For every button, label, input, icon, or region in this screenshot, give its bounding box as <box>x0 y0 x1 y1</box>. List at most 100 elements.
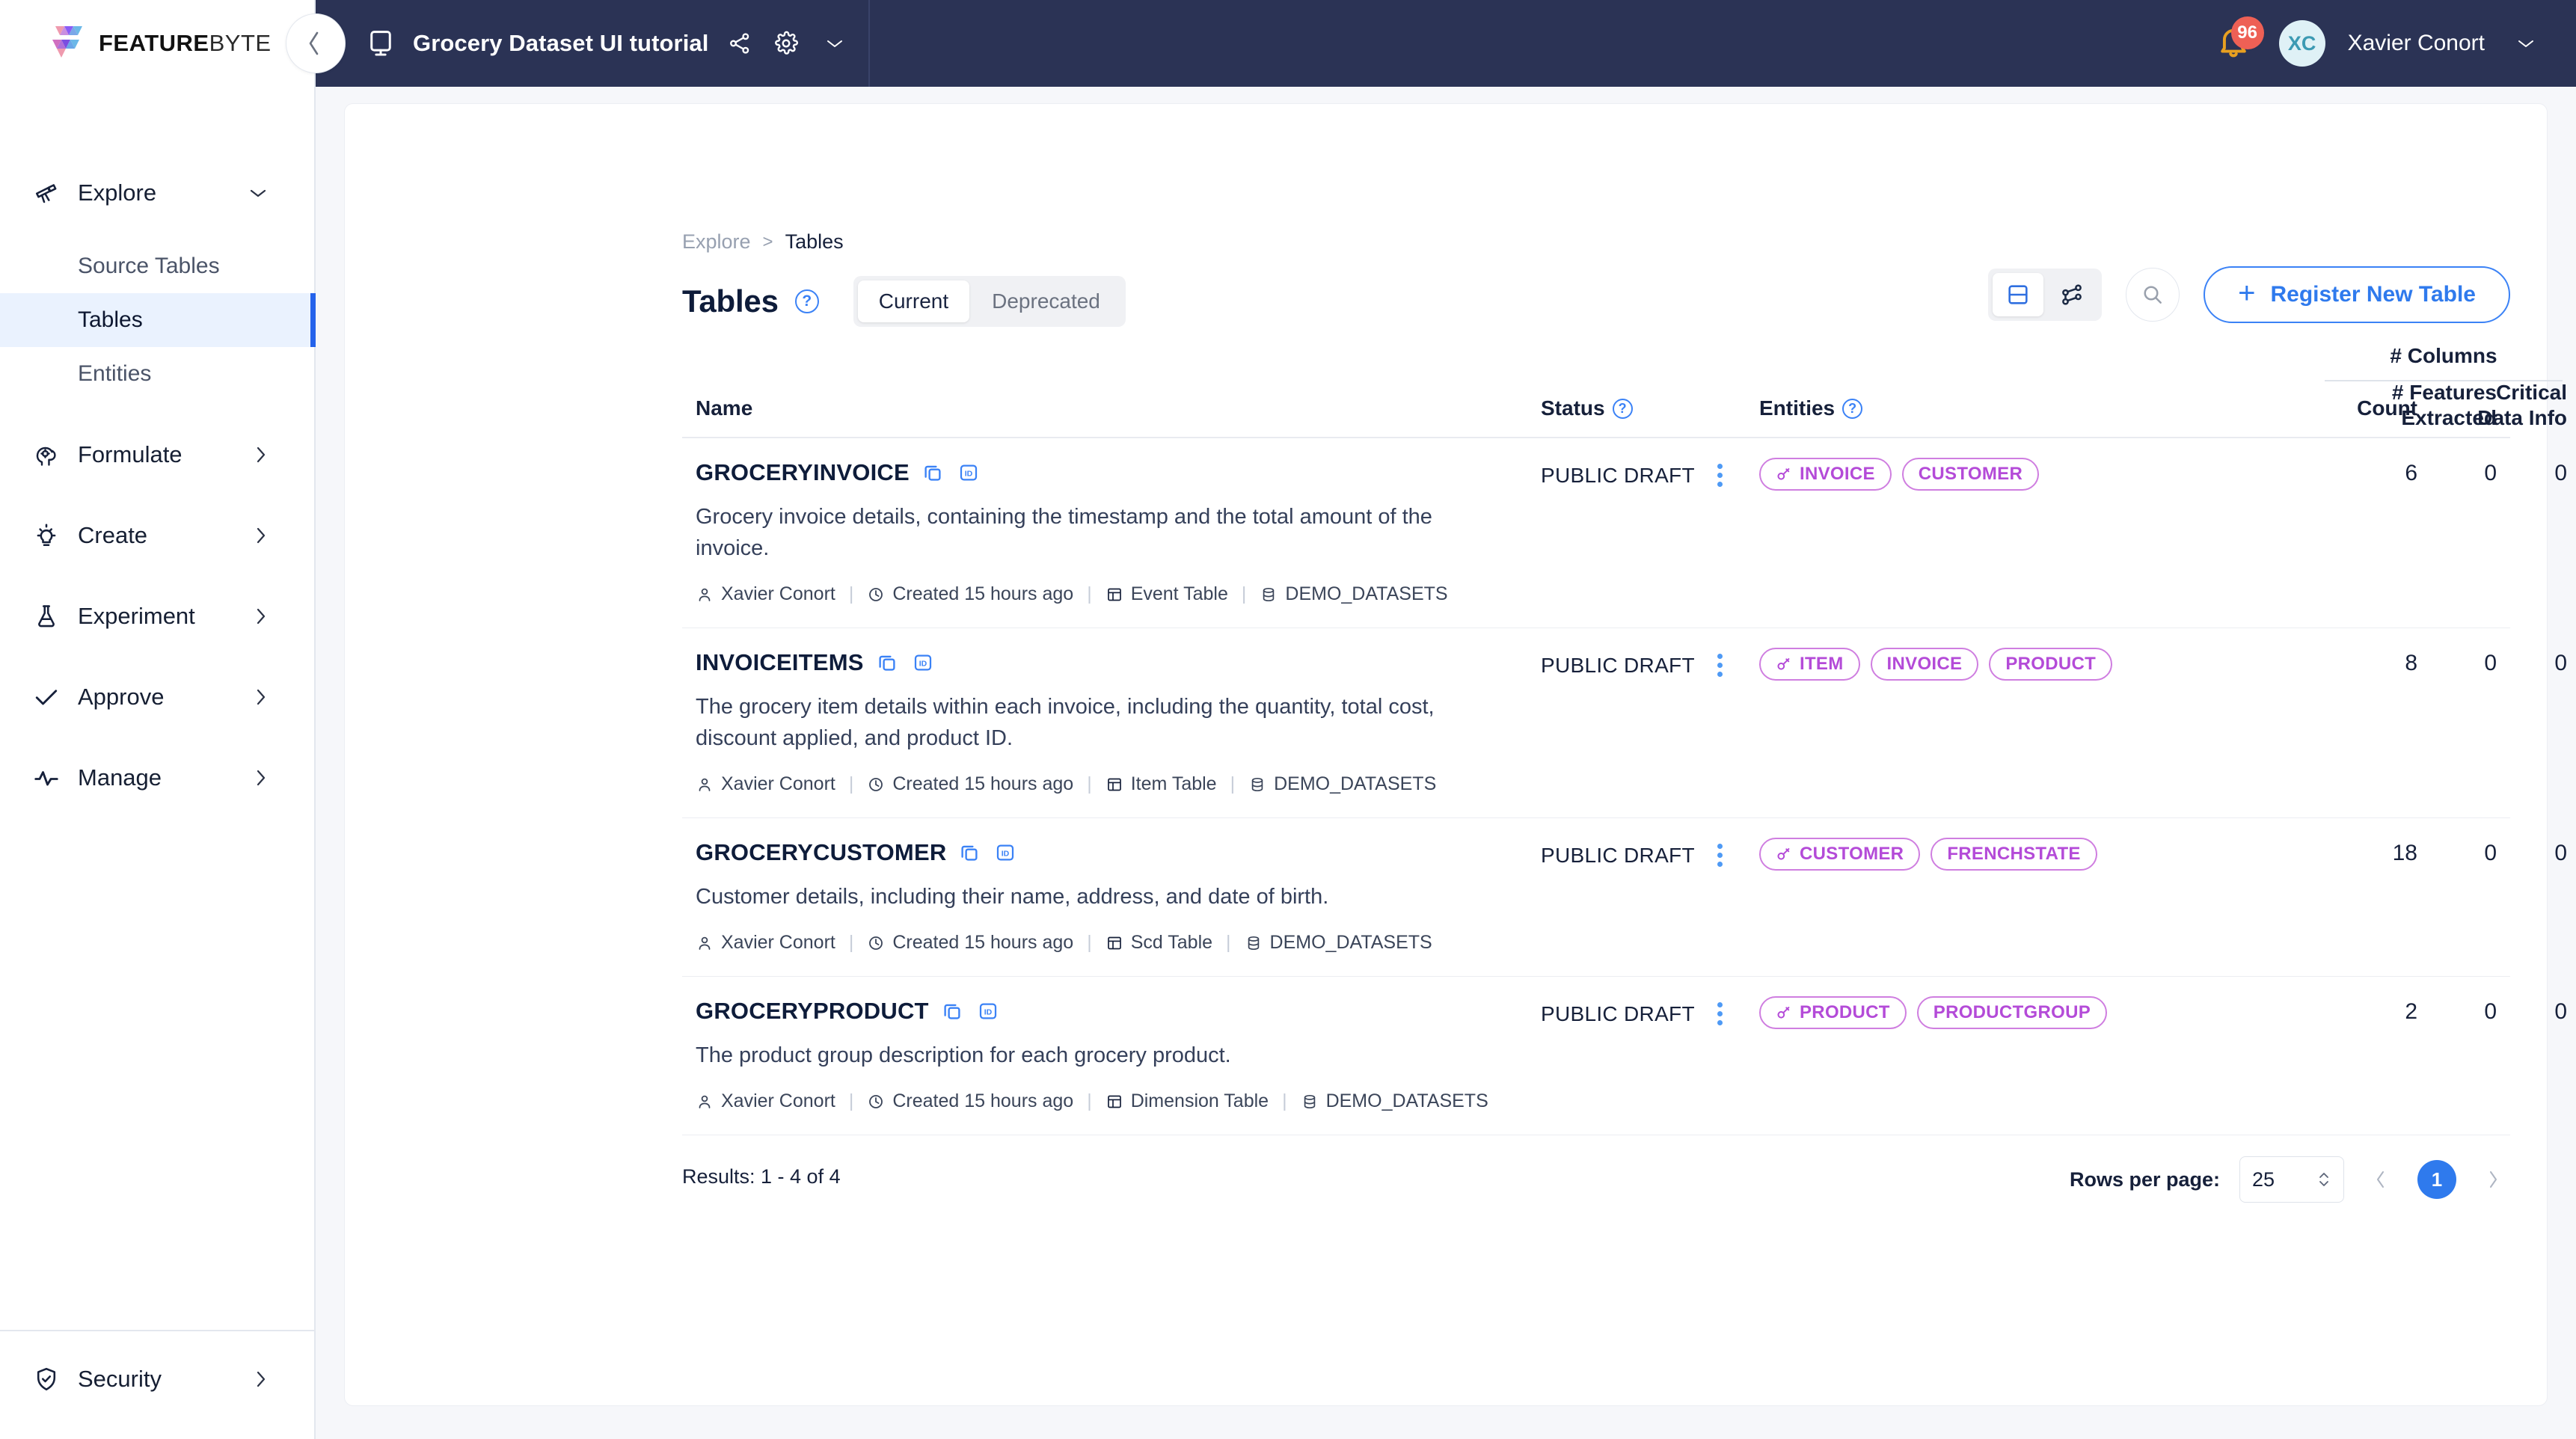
app-root: FEATUREBYTE Explore Source Tables Tables… <box>0 0 2576 1439</box>
id-icon[interactable]: ID <box>993 840 1018 865</box>
entities-cell: INVOICE CUSTOMER <box>1759 458 2040 491</box>
user-icon <box>696 776 714 794</box>
question-circle-icon[interactable]: ? <box>1842 398 1863 419</box>
list-view-icon[interactable] <box>1993 273 2044 316</box>
graph-view-icon[interactable] <box>2046 273 2097 316</box>
features-extracted-count: 0 <box>2484 841 2497 866</box>
table-name[interactable]: INVOICEITEMS <box>696 649 864 676</box>
table-icon <box>1105 586 1123 604</box>
sidebar-bottom: Security <box>0 1330 314 1439</box>
activity-icon <box>31 763 61 793</box>
notifications-button[interactable]: 96 <box>2215 16 2264 64</box>
brain-gear-icon <box>31 440 61 470</box>
project-selector[interactable]: Grocery Dataset UI tutorial <box>316 0 846 87</box>
sidebar-item-create[interactable]: Create <box>0 509 314 562</box>
tab-current[interactable]: Current <box>857 280 970 322</box>
meta-author: Xavier Conort <box>696 932 835 954</box>
table-name[interactable]: GROCERYCUSTOMER <box>696 839 946 866</box>
rows-per-page-select[interactable]: 25 <box>2239 1156 2344 1203</box>
meta-table-type: Item Table <box>1105 773 1217 795</box>
sidebar-subitem-label: Entities <box>78 361 152 386</box>
column-header-features-extracted[interactable]: # Features Extracted <box>2392 380 2497 431</box>
entity-chip[interactable]: CUSTOMER <box>1759 838 1921 871</box>
user-menu-chevron-down-icon[interactable] <box>2515 37 2537 50</box>
pagination-next-button[interactable] <box>2476 1162 2510 1197</box>
column-header-status[interactable]: Status ? <box>1541 396 1633 420</box>
entity-chip[interactable]: FRENCHSTATE <box>1931 838 2097 871</box>
pagination-page-1[interactable]: 1 <box>2417 1160 2456 1200</box>
share-nodes-icon[interactable] <box>725 28 755 58</box>
avatar[interactable]: XC <box>2278 20 2325 67</box>
table-row[interactable]: GROCERYCUSTOMER ID Customer details, inc… <box>682 818 2567 978</box>
sidebar-item-source-tables[interactable]: Source Tables <box>0 239 314 293</box>
clock-icon <box>867 586 885 604</box>
meta-separator: | <box>1087 1090 1092 1112</box>
entity-chip[interactable]: CUSTOMER <box>1901 458 2040 491</box>
question-circle-icon[interactable]: ? <box>794 289 819 313</box>
sidebar-item-entities[interactable]: Entities <box>0 347 314 401</box>
sidebar-item-experiment[interactable]: Experiment <box>0 589 314 643</box>
table-name[interactable]: GROCERYPRODUCT <box>696 998 929 1025</box>
question-circle-icon[interactable]: ? <box>1612 398 1633 419</box>
entity-chip[interactable]: INVOICE <box>1759 458 1892 491</box>
table-name[interactable]: GROCERYINVOICE <box>696 459 910 486</box>
brand-logo[interactable]: FEATUREBYTE <box>0 0 314 87</box>
view-mode-toggle <box>1988 269 2103 321</box>
rows-per-page-value: 25 <box>2252 1168 2275 1191</box>
sidebar-item-manage[interactable]: Manage <box>0 751 314 805</box>
copy-icon[interactable] <box>957 840 982 865</box>
table-row[interactable]: GROCERYPRODUCT ID The product group desc… <box>682 977 2567 1136</box>
column-header-name[interactable]: Name <box>696 396 752 420</box>
search-icon <box>2141 283 2165 307</box>
chevron-right-icon <box>254 768 268 788</box>
clock-icon <box>867 1093 885 1111</box>
kebab-menu-icon[interactable] <box>1714 651 1726 680</box>
copy-icon[interactable] <box>920 460 945 485</box>
meta-separator: | <box>848 583 854 605</box>
copy-icon[interactable] <box>939 998 965 1024</box>
id-icon[interactable]: ID <box>975 998 1001 1024</box>
id-icon[interactable]: ID <box>956 460 981 485</box>
sidebar-item-explore[interactable]: Explore <box>0 166 314 220</box>
database-icon <box>1260 586 1278 604</box>
table-row[interactable]: GROCERYINVOICE ID Grocery invoice detail… <box>682 438 2567 629</box>
sidebar-item-security[interactable]: Security <box>0 1352 314 1406</box>
sidebar-item-label: Create <box>78 522 148 548</box>
id-icon[interactable]: ID <box>910 650 936 675</box>
sidebar-item-approve[interactable]: Approve <box>0 670 314 724</box>
table-row[interactable]: INVOICEITEMS ID The grocery item details… <box>682 628 2567 819</box>
column-header-entities[interactable]: Entities ? <box>1759 396 1863 420</box>
table-meta: Xavier Conort | Created 15 hours ago | D… <box>682 1090 2510 1112</box>
entity-chip[interactable]: PRODUCT <box>1989 648 2113 681</box>
meta-created: Created 15 hours ago <box>867 773 1073 795</box>
entity-chip[interactable]: PRODUCT <box>1759 996 1907 1030</box>
entity-chip[interactable]: PRODUCTGROUP <box>1916 996 2108 1030</box>
table-footer: Results: 1 - 4 of 4 Rows per page: 25 1 <box>682 1135 2510 1225</box>
register-new-table-button[interactable]: + Register New Table <box>2204 266 2510 323</box>
sidebar-item-tables[interactable]: Tables <box>0 293 316 347</box>
topbar-divider <box>868 0 871 87</box>
kebab-menu-icon[interactable] <box>1714 461 1726 490</box>
gear-icon[interactable] <box>771 28 801 58</box>
kebab-menu-icon[interactable] <box>1714 999 1726 1028</box>
kebab-menu-icon[interactable] <box>1714 841 1726 870</box>
featurebyte-logo-icon <box>46 23 88 64</box>
sidebar-collapse-button[interactable] <box>286 13 346 73</box>
chevron-right-icon <box>254 526 268 545</box>
tab-deprecated[interactable]: Deprecated <box>971 280 1121 322</box>
copy-icon[interactable] <box>874 650 900 675</box>
entity-chip[interactable]: INVOICE <box>1870 648 1979 681</box>
meta-source: DEMO_DATASETS <box>1245 932 1432 954</box>
register-new-table-label: Register New Table <box>2270 282 2476 307</box>
topbar-right: 96 XC Xavier Conort <box>2215 16 2576 67</box>
chevron-right-icon <box>254 687 268 707</box>
breadcrumb-parent[interactable]: Explore <box>682 230 751 254</box>
project-dropdown-icon[interactable] <box>824 37 846 50</box>
entity-chip[interactable]: ITEM <box>1759 648 1860 681</box>
pagination-prev-button[interactable] <box>2364 1162 2398 1197</box>
search-button[interactable] <box>2126 268 2180 322</box>
meta-table-type: Event Table <box>1105 583 1228 605</box>
sidebar-item-formulate[interactable]: Formulate <box>0 428 314 482</box>
flask-icon <box>31 601 61 631</box>
telescope-icon <box>31 178 61 208</box>
